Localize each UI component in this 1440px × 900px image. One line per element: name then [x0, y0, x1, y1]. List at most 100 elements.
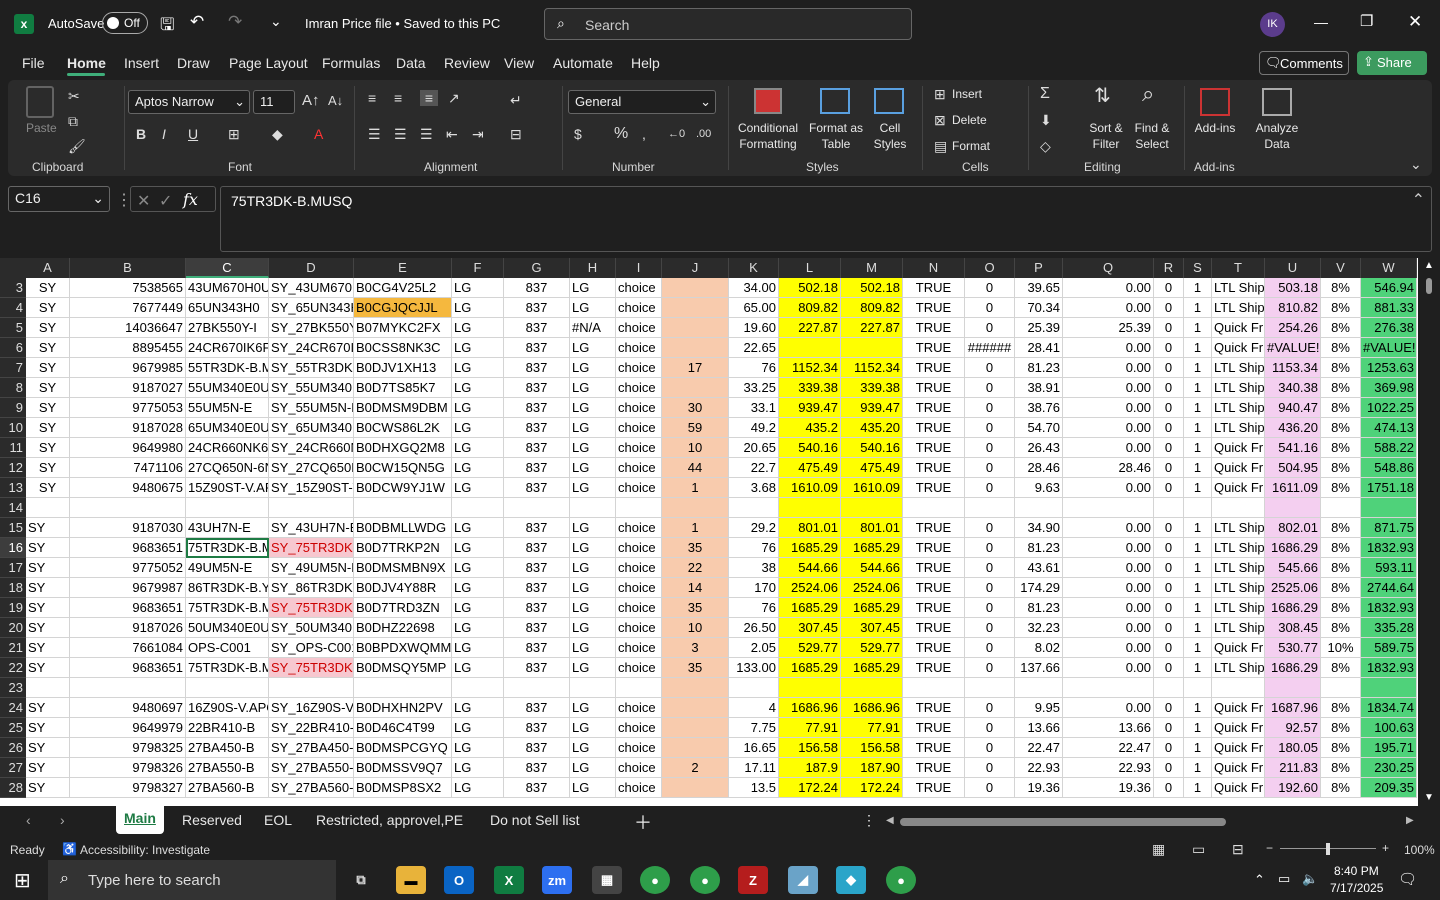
- cell[interactable]: 1: [1184, 298, 1212, 318]
- cell[interactable]: 0: [965, 518, 1015, 538]
- cell[interactable]: 8%: [1321, 378, 1361, 398]
- cell[interactable]: 1610.09: [841, 478, 903, 498]
- cell[interactable]: 837: [504, 298, 570, 318]
- cell[interactable]: [662, 778, 729, 798]
- cell[interactable]: SY: [26, 418, 70, 438]
- wrap-text-icon[interactable]: ↵: [510, 92, 522, 108]
- cell[interactable]: 0: [965, 598, 1015, 618]
- cell[interactable]: 0: [1154, 538, 1184, 558]
- name-box[interactable]: C16 ⌄: [8, 186, 110, 212]
- cell[interactable]: 75TR3DK-B.M: [186, 538, 269, 558]
- cell[interactable]: 0.00: [1063, 398, 1154, 418]
- cell[interactable]: B0DJV1XH13: [354, 358, 452, 378]
- cell[interactable]: SY_22BR410-E: [269, 718, 354, 738]
- tab-file[interactable]: File: [22, 55, 45, 71]
- cell[interactable]: 1: [1184, 478, 1212, 498]
- cell[interactable]: 1685.29: [779, 598, 841, 618]
- cell[interactable]: Quick Fr: [1212, 478, 1265, 498]
- windows-start-icon[interactable]: ⊞: [14, 868, 31, 893]
- cell[interactable]: 14: [662, 578, 729, 598]
- cell[interactable]: 1686.29: [1265, 598, 1321, 618]
- cell[interactable]: [965, 678, 1015, 698]
- cell[interactable]: 1022.25: [1361, 398, 1417, 418]
- cell[interactable]: TRUE: [903, 718, 965, 738]
- cell[interactable]: 0: [965, 778, 1015, 798]
- cell[interactable]: 1: [1184, 578, 1212, 598]
- cell[interactable]: 1686.96: [779, 698, 841, 718]
- cell[interactable]: B0DMSSV9Q7: [354, 758, 452, 778]
- cell[interactable]: LG: [570, 618, 616, 638]
- cell[interactable]: 8%: [1321, 458, 1361, 478]
- cell[interactable]: LG: [570, 338, 616, 358]
- cell[interactable]: 133.00: [729, 658, 779, 678]
- cell[interactable]: 59: [662, 418, 729, 438]
- cell[interactable]: TRUE: [903, 418, 965, 438]
- cell[interactable]: SY_55TR3DK-: [269, 358, 354, 378]
- cell[interactable]: [903, 498, 965, 518]
- cell[interactable]: 8%: [1321, 658, 1361, 678]
- cell[interactable]: LG: [452, 778, 504, 798]
- row-header[interactable]: 16: [0, 538, 26, 558]
- cell[interactable]: LG: [452, 378, 504, 398]
- cell[interactable]: TRUE: [903, 578, 965, 598]
- orientation-icon[interactable]: ↗: [448, 90, 460, 106]
- chrome-profile-icon[interactable]: ●: [690, 866, 720, 894]
- cell[interactable]: 308.45: [1265, 618, 1321, 638]
- cell[interactable]: [662, 498, 729, 518]
- cell[interactable]: 939.47: [841, 398, 903, 418]
- cell[interactable]: 211.83: [1265, 758, 1321, 778]
- conditional-formatting-label[interactable]: Conditional: [735, 120, 801, 136]
- cell[interactable]: SY: [26, 738, 70, 758]
- cell[interactable]: SY: [26, 358, 70, 378]
- cell[interactable]: LTL Ship: [1212, 378, 1265, 398]
- row-header[interactable]: 28: [0, 778, 26, 798]
- cell[interactable]: 837: [504, 598, 570, 618]
- cell[interactable]: 9775052: [70, 558, 186, 578]
- cell[interactable]: LG: [570, 718, 616, 738]
- cell[interactable]: [452, 498, 504, 518]
- cell[interactable]: LTL Ship: [1212, 618, 1265, 638]
- cell[interactable]: SY_27BA560-E: [269, 778, 354, 798]
- cell[interactable]: [662, 698, 729, 718]
- sheet-tab-do-not-sell[interactable]: Do not Sell list: [490, 812, 579, 828]
- cell[interactable]: choice: [616, 518, 662, 538]
- cell[interactable]: 1610.09: [779, 478, 841, 498]
- cell[interactable]: 8%: [1321, 558, 1361, 578]
- cell[interactable]: LG: [452, 578, 504, 598]
- cell[interactable]: 0.00: [1063, 618, 1154, 638]
- customize-icon[interactable]: ⌄: [270, 13, 282, 30]
- cell[interactable]: B0BPDXWQMM: [354, 638, 452, 658]
- cell[interactable]: B0CWS86L2K: [354, 418, 452, 438]
- format-cells-icon[interactable]: ▤: [934, 138, 947, 154]
- underline-icon[interactable]: U: [188, 126, 198, 142]
- cell[interactable]: 28.41: [1015, 338, 1063, 358]
- cell[interactable]: 0: [1154, 298, 1184, 318]
- cell[interactable]: 837: [504, 718, 570, 738]
- increase-indent-icon[interactable]: ⇥: [472, 126, 484, 142]
- cell[interactable]: 2525.06: [1265, 578, 1321, 598]
- cell[interactable]: 1: [1184, 378, 1212, 398]
- row-header[interactable]: 6: [0, 338, 26, 358]
- cell[interactable]: [1154, 678, 1184, 698]
- cell[interactable]: 339.38: [841, 378, 903, 398]
- cell[interactable]: 8%: [1321, 618, 1361, 638]
- cell[interactable]: TRUE: [903, 658, 965, 678]
- cell[interactable]: 27BA450-B: [186, 738, 269, 758]
- find-select-label-2[interactable]: Select: [1130, 136, 1174, 152]
- cell[interactable]: [1184, 678, 1212, 698]
- row-header[interactable]: 20: [0, 618, 26, 638]
- cell[interactable]: 0.00: [1063, 298, 1154, 318]
- cell[interactable]: B0DMSM9DBM: [354, 398, 452, 418]
- cell[interactable]: 1686.29: [1265, 538, 1321, 558]
- column-header[interactable]: R: [1154, 258, 1184, 278]
- row-header[interactable]: 23: [0, 678, 26, 698]
- cell[interactable]: 25.39: [1015, 318, 1063, 338]
- cell[interactable]: 837: [504, 438, 570, 458]
- cell[interactable]: TRUE: [903, 358, 965, 378]
- cell[interactable]: 1: [1184, 278, 1212, 298]
- cell[interactable]: 0: [1154, 358, 1184, 378]
- cell[interactable]: ######: [965, 338, 1015, 358]
- cell[interactable]: 8%: [1321, 698, 1361, 718]
- cell[interactable]: SY_49UM5N-E: [269, 558, 354, 578]
- cell[interactable]: [186, 678, 269, 698]
